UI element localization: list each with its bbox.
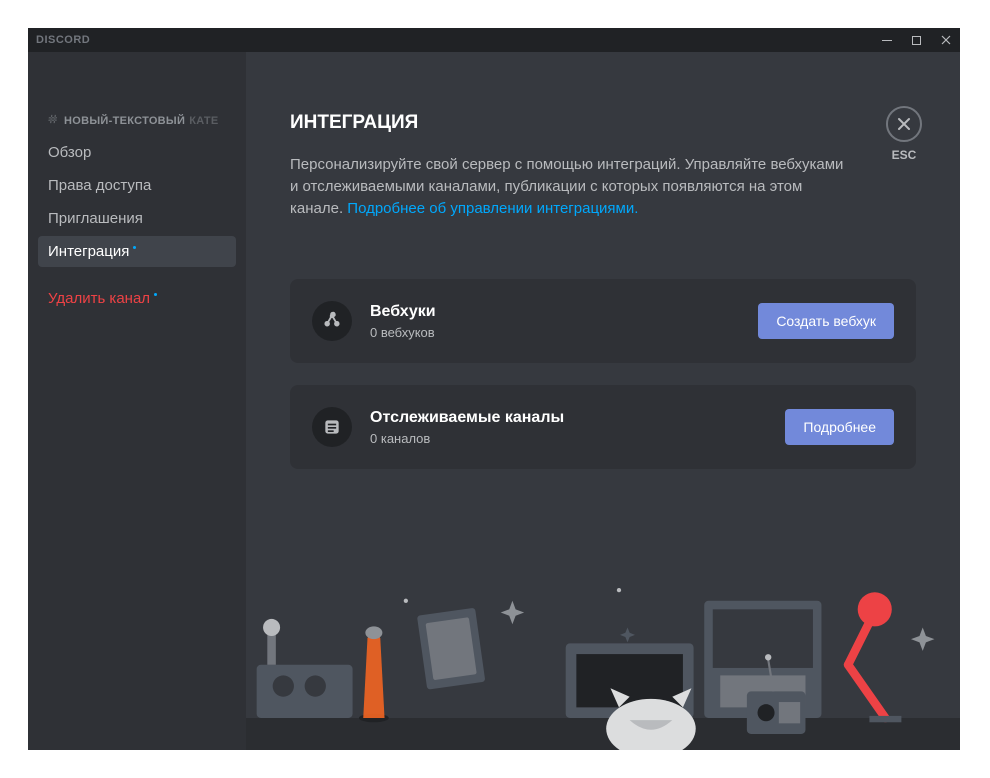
indicator-dot (133, 246, 136, 249)
channel-category: КАТЕ (189, 115, 218, 127)
main-panel: ИНТЕГРАЦИЯ Персонализируйте свой сервер … (246, 52, 960, 750)
window-controls (881, 34, 952, 46)
sidebar-item-label: Удалить канал (48, 290, 150, 307)
sidebar: НОВЫЙ-ТЕКСТОВЫЙ КАТЕ Обзор Права доступа… (28, 52, 246, 750)
page-title: ИНТЕГРАЦИЯ (290, 112, 916, 134)
titlebar: DISCORD (28, 28, 960, 52)
app-window: DISCORD НОВЫЙ-ТЕКСТОВЫЙ КАТЕ Обзор Пра (28, 28, 960, 750)
hash-icon (46, 112, 60, 129)
maximize-icon[interactable] (911, 35, 922, 46)
card-body: Отслеживаемые каналы 0 каналов (370, 409, 785, 446)
footer-illustration (246, 580, 960, 750)
content-area: НОВЫЙ-ТЕКСТОВЫЙ КАТЕ Обзор Права доступа… (28, 52, 960, 750)
app-title: DISCORD (36, 34, 90, 46)
channels-list-icon (312, 407, 352, 447)
sidebar-item-permissions[interactable]: Права доступа (38, 170, 236, 201)
sidebar-item-invites[interactable]: Приглашения (38, 203, 236, 234)
card-title: Вебхуки (370, 303, 758, 321)
close-button[interactable] (886, 106, 922, 142)
channels-more-button[interactable]: Подробнее (785, 409, 894, 445)
sidebar-item-overview[interactable]: Обзор (38, 137, 236, 168)
channel-name: НОВЫЙ-ТЕКСТОВЫЙ (64, 115, 185, 127)
sidebar-item-delete-channel[interactable]: Удалить канал (38, 283, 236, 314)
close-window-icon[interactable] (940, 34, 952, 46)
followed-channels-card: Отслеживаемые каналы 0 каналов Подробнее (290, 385, 916, 469)
webhooks-card: Вебхуки 0 вебхуков Создать вебхук (290, 279, 916, 363)
card-subtitle: 0 вебхуков (370, 325, 758, 340)
minimize-icon[interactable] (881, 34, 893, 46)
sidebar-item-integrations[interactable]: Интеграция (38, 236, 236, 267)
learn-more-link[interactable]: Подробнее об управлении интеграциями. (347, 200, 638, 217)
close-settings: ESC (886, 106, 922, 162)
close-label: ESC (886, 148, 922, 162)
create-webhook-button[interactable]: Создать вебхук (758, 303, 894, 339)
webhook-icon (312, 301, 352, 341)
page-description: Персонализируйте свой сервер с помощью и… (290, 154, 850, 219)
card-title: Отслеживаемые каналы (370, 409, 785, 427)
sidebar-item-label: Обзор (48, 144, 91, 161)
sidebar-item-label: Интеграция (48, 243, 129, 260)
indicator-dot (154, 293, 157, 296)
sidebar-item-label: Права доступа (48, 177, 151, 194)
channel-header: НОВЫЙ-ТЕКСТОВЫЙ КАТЕ (38, 112, 236, 137)
card-subtitle: 0 каналов (370, 431, 785, 446)
card-body: Вебхуки 0 вебхуков (370, 303, 758, 340)
sidebar-item-label: Приглашения (48, 210, 143, 227)
close-icon (896, 116, 912, 132)
